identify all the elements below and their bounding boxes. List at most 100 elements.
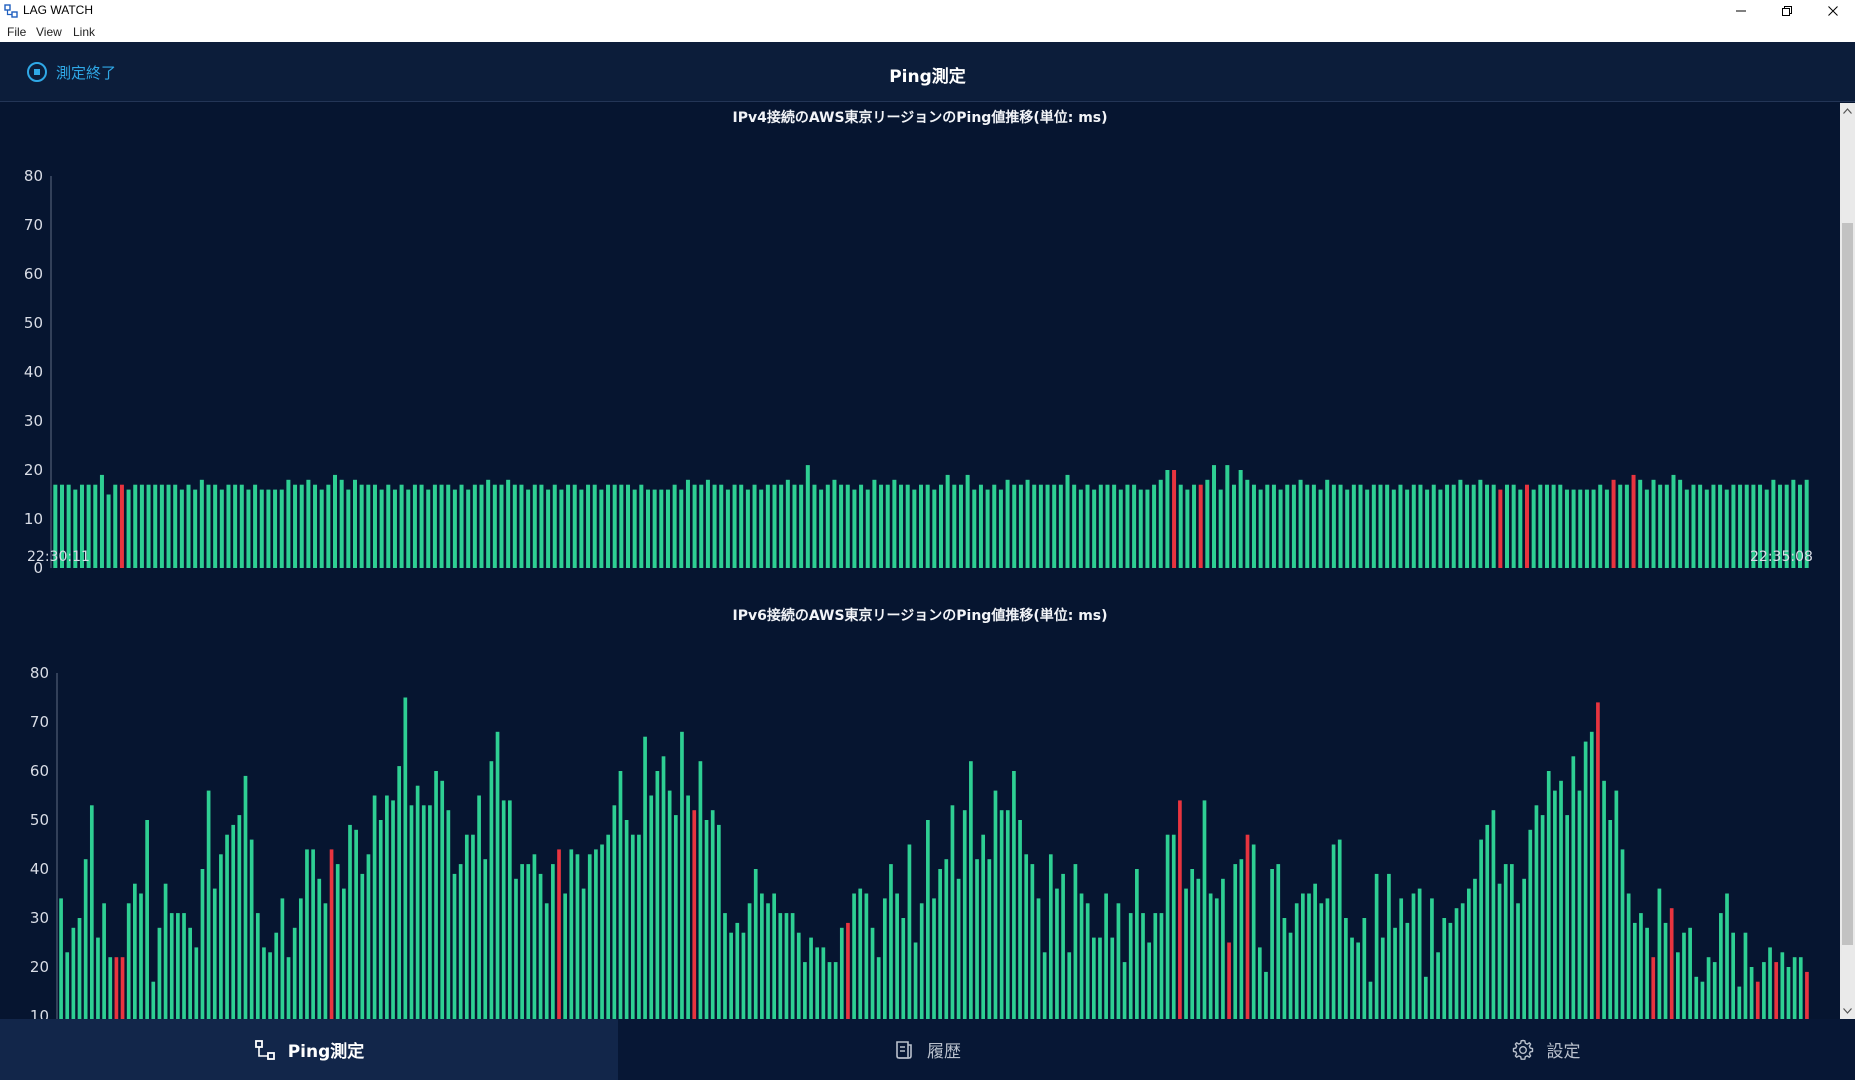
ipv6-bar — [464, 834, 469, 1019]
ipv6-bar — [803, 962, 807, 1019]
ipv6-y-tick-label: 70 — [30, 713, 49, 731]
ipv6-bar — [1583, 741, 1588, 1019]
ipv6-bar — [1184, 888, 1188, 1019]
ipv6-bar — [637, 834, 641, 1019]
ipv6-bar — [176, 913, 180, 1019]
ipv6-bar — [1091, 937, 1096, 1019]
ipv6-bar — [1694, 976, 1699, 1019]
ipv6-bar — [1589, 731, 1594, 1019]
ipv6-bar — [225, 834, 229, 1019]
ipv6-bar — [1454, 908, 1459, 1019]
ipv6-bar — [1503, 864, 1508, 1019]
ipv6-bar — [717, 824, 721, 1019]
ipv6-bar — [1251, 844, 1256, 1019]
ipv6-bar — [1651, 957, 1656, 1019]
ipv6-bar — [1313, 883, 1317, 1019]
ipv6-bar — [391, 800, 395, 1019]
ipv6-bar — [1227, 942, 1231, 1019]
menu-item-file[interactable]: File — [7, 25, 26, 39]
ipv6-bar — [89, 805, 94, 1019]
ipv6-bar — [975, 859, 979, 1019]
ipv6-bar — [71, 927, 76, 1019]
window-titlebar: LAG WATCH — [0, 0, 1855, 22]
ipv6-bar — [1147, 942, 1151, 1019]
ipv6-bar — [1602, 780, 1606, 1019]
ipv6-bar — [1491, 810, 1496, 1019]
ipv6-bar — [108, 957, 113, 1019]
ipv6-bar — [292, 927, 297, 1019]
ipv6-bar — [686, 795, 690, 1019]
scroll-thumb[interactable] — [1842, 223, 1853, 945]
ipv6-bar — [366, 854, 371, 1019]
menu-bar: File View Link — [0, 22, 1855, 42]
ipv6-bar — [962, 810, 967, 1019]
tab-settings[interactable]: 設定 — [1236, 1019, 1855, 1080]
ipv6-bar — [397, 766, 402, 1019]
ipv6-y-tick-label: 80 — [30, 664, 49, 682]
ipv6-bar — [612, 805, 617, 1019]
ipv6-bar — [999, 810, 1004, 1019]
ipv6-bar — [1024, 854, 1029, 1019]
ipv6-bar — [286, 957, 291, 1019]
ipv6-bar — [372, 795, 377, 1019]
ipv6-bar — [1725, 893, 1729, 1019]
ipv6-bar — [944, 859, 949, 1019]
ipv6-bar — [133, 883, 137, 1019]
restore-button[interactable] — [1764, 0, 1809, 22]
ipv6-bar — [557, 849, 561, 1019]
menu-item-view[interactable]: View — [36, 25, 62, 39]
app-root: 測定終了 Ping測定 IPv4接続のAWS東京リージョンのPing値推移(単位… — [0, 42, 1855, 1080]
ipv6-bar — [606, 834, 611, 1019]
ipv6-bar — [385, 795, 389, 1019]
ipv6-bar — [329, 849, 334, 1019]
ping-icon — [254, 1039, 275, 1060]
tab-history[interactable]: 履歴 — [618, 1019, 1236, 1080]
tab-history-label: 履歴 — [927, 1042, 961, 1062]
ipv6-bar — [766, 903, 770, 1019]
ipv6-bar — [889, 864, 893, 1019]
ipv6-bar — [1104, 893, 1108, 1019]
ipv6-bar — [1559, 780, 1563, 1019]
scroll-down-button[interactable] — [1840, 1003, 1855, 1019]
ipv6-bar — [1565, 815, 1570, 1019]
ipv6-bar — [114, 957, 119, 1019]
ipv6-bar — [673, 815, 678, 1019]
ipv6-bar — [1749, 967, 1754, 1019]
ipv6-bar — [434, 771, 438, 1019]
vertical-scrollbar[interactable] — [1840, 103, 1855, 1019]
ipv6-bar — [1042, 952, 1047, 1019]
ipv6-bar — [1079, 893, 1084, 1019]
app-logo-icon — [4, 4, 18, 18]
menu-item-link[interactable]: Link — [73, 25, 95, 39]
ipv6-bar — [1546, 771, 1551, 1019]
ipv6-bar — [231, 824, 236, 1019]
ipv6-bar — [1805, 971, 1809, 1019]
ipv6-bar — [151, 981, 156, 1019]
ipv6-bar — [1153, 913, 1158, 1019]
ipv6-bar — [882, 898, 887, 1019]
scroll-up-button[interactable] — [1840, 103, 1855, 119]
ipv6-bar — [77, 918, 82, 1019]
minimize-button[interactable] — [1718, 0, 1763, 22]
ipv6-bar — [950, 805, 955, 1019]
ipv6-bar — [1208, 893, 1213, 1019]
ipv6-bar — [1423, 976, 1428, 1019]
ipv6-bar — [514, 878, 518, 1019]
ipv6-bar — [815, 947, 820, 1019]
ipv6-bar — [1657, 888, 1662, 1019]
ipv6-bar — [1516, 903, 1520, 1019]
ipv6-y-tick-label: 30 — [30, 909, 49, 927]
close-button[interactable] — [1810, 0, 1855, 22]
ipv6-bar — [255, 913, 260, 1019]
tab-ping[interactable]: Ping測定 — [0, 1019, 618, 1080]
ipv6-bar — [237, 815, 242, 1019]
ipv6-bar — [618, 771, 623, 1019]
ipv6-bar — [796, 932, 801, 1019]
ipv6-bar — [335, 864, 340, 1019]
ipv6-bar — [1798, 957, 1803, 1019]
gear-icon — [1512, 1039, 1533, 1060]
ipv6-bar — [729, 932, 733, 1019]
ipv6-bar — [1774, 962, 1779, 1019]
ipv6-bar — [1706, 957, 1711, 1019]
ipv6-bar — [169, 913, 174, 1019]
